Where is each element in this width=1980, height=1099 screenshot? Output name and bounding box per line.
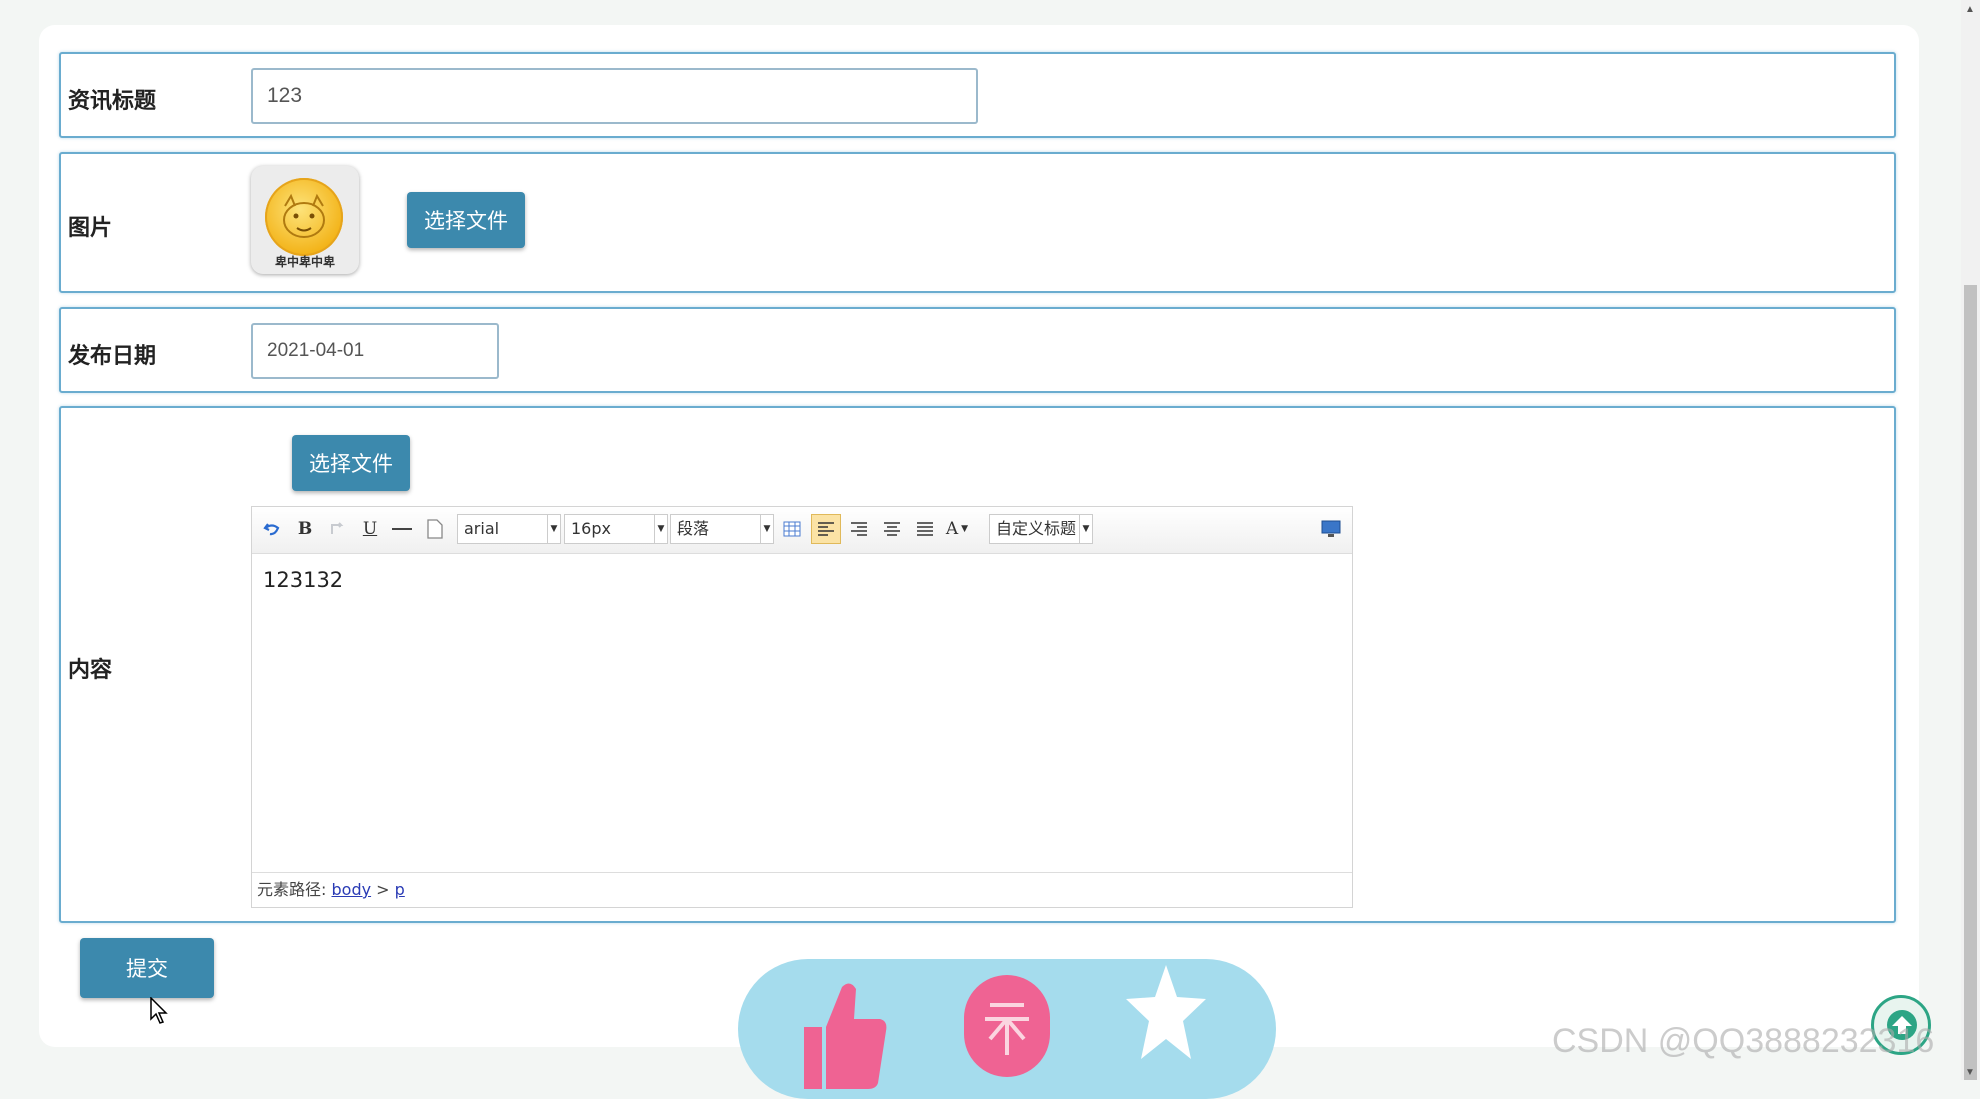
- image-thumbnail[interactable]: 卑中卑中卑: [251, 166, 359, 274]
- title-row: 资讯标题: [59, 52, 1896, 138]
- redo-icon[interactable]: [325, 517, 349, 541]
- floating-action-bar: [738, 959, 1276, 1099]
- align-center-icon[interactable]: [880, 517, 904, 541]
- chevron-down-icon: ▼: [547, 515, 560, 543]
- custom-heading-value: 自定义标题: [996, 519, 1077, 538]
- custom-heading-select[interactable]: 自定义标题 ▼: [989, 514, 1093, 544]
- image-row: 图片 卑中卑中卑 选择文件: [59, 152, 1896, 293]
- font-size-value: 16px: [571, 519, 611, 538]
- path-body-link[interactable]: body: [332, 880, 372, 899]
- chevron-down-icon: ▼: [760, 515, 773, 543]
- choose-image-file-button[interactable]: 选择文件: [407, 192, 525, 248]
- coin-icon: [265, 178, 343, 256]
- align-left-icon[interactable]: [811, 514, 841, 544]
- date-label: 发布日期: [68, 343, 157, 368]
- table-icon[interactable]: [780, 517, 804, 541]
- justify-icon[interactable]: [913, 517, 937, 541]
- submit-button[interactable]: 提交: [80, 938, 214, 998]
- title-input[interactable]: [251, 68, 978, 124]
- scroll-down-icon[interactable]: ▼: [1965, 1067, 1975, 1078]
- scrollbar[interactable]: ▲ ▼: [1961, 0, 1980, 1080]
- horizontal-rule-icon[interactable]: [390, 517, 414, 541]
- cursor-icon: [150, 997, 168, 1024]
- font-size-select[interactable]: 16px ▼: [564, 514, 668, 544]
- path-separator: >: [371, 880, 395, 899]
- star-icon[interactable]: [1124, 963, 1208, 1063]
- path-p-link[interactable]: p: [395, 880, 405, 899]
- content-label: 内容: [68, 657, 113, 682]
- font-family-value: arial: [464, 519, 500, 538]
- paragraph-value: 段落: [677, 519, 710, 538]
- paragraph-select[interactable]: 段落 ▼: [670, 514, 774, 544]
- date-input[interactable]: [251, 323, 499, 379]
- element-path-bar: 元素路径: body > p: [252, 872, 1352, 907]
- title-label: 资讯标题: [68, 88, 157, 113]
- editor-toolbar: B U arial ▼ 16px ▼ 段落 ▼ A ▼ 自定义标题 ▼: [252, 507, 1352, 554]
- undo-icon[interactable]: [260, 517, 284, 541]
- choose-content-file-button[interactable]: 选择文件: [292, 435, 410, 491]
- font-color-icon[interactable]: A ▼: [945, 517, 969, 541]
- align-right-icon[interactable]: [847, 517, 871, 541]
- font-color-label: A: [945, 519, 959, 539]
- content-row: 内容 选择文件 B U arial ▼ 16px ▼ 段落 ▼ A ▼ 自定义标…: [59, 406, 1896, 923]
- scrollbar-thumb[interactable]: [1964, 285, 1977, 1080]
- watermark: CSDN @QQ3888232316: [1552, 1022, 1935, 1060]
- thumbs-up-icon[interactable]: [800, 979, 888, 1089]
- chevron-down-icon: ▼: [961, 524, 969, 534]
- image-caption: 卑中卑中卑: [274, 255, 335, 269]
- element-path-label: 元素路径:: [257, 880, 327, 899]
- font-family-select[interactable]: arial ▼: [457, 514, 561, 544]
- coin-yuan-icon: [985, 1003, 1029, 1055]
- bold-icon[interactable]: B: [293, 517, 317, 541]
- rich-text-editor: B U arial ▼ 16px ▼ 段落 ▼ A ▼ 自定义标题 ▼ 1231…: [251, 506, 1353, 908]
- preview-icon[interactable]: [1319, 517, 1343, 541]
- editor-content-area[interactable]: 123132: [252, 554, 1352, 872]
- scroll-up-icon[interactable]: ▲: [1965, 4, 1975, 15]
- coin-button[interactable]: [964, 975, 1050, 1077]
- date-row: 发布日期: [59, 307, 1896, 393]
- underline-icon[interactable]: U: [358, 517, 382, 541]
- image-label: 图片: [68, 215, 113, 240]
- page-icon[interactable]: [423, 517, 447, 541]
- chevron-down-icon: ▼: [1079, 515, 1092, 543]
- chevron-down-icon: ▼: [654, 515, 667, 543]
